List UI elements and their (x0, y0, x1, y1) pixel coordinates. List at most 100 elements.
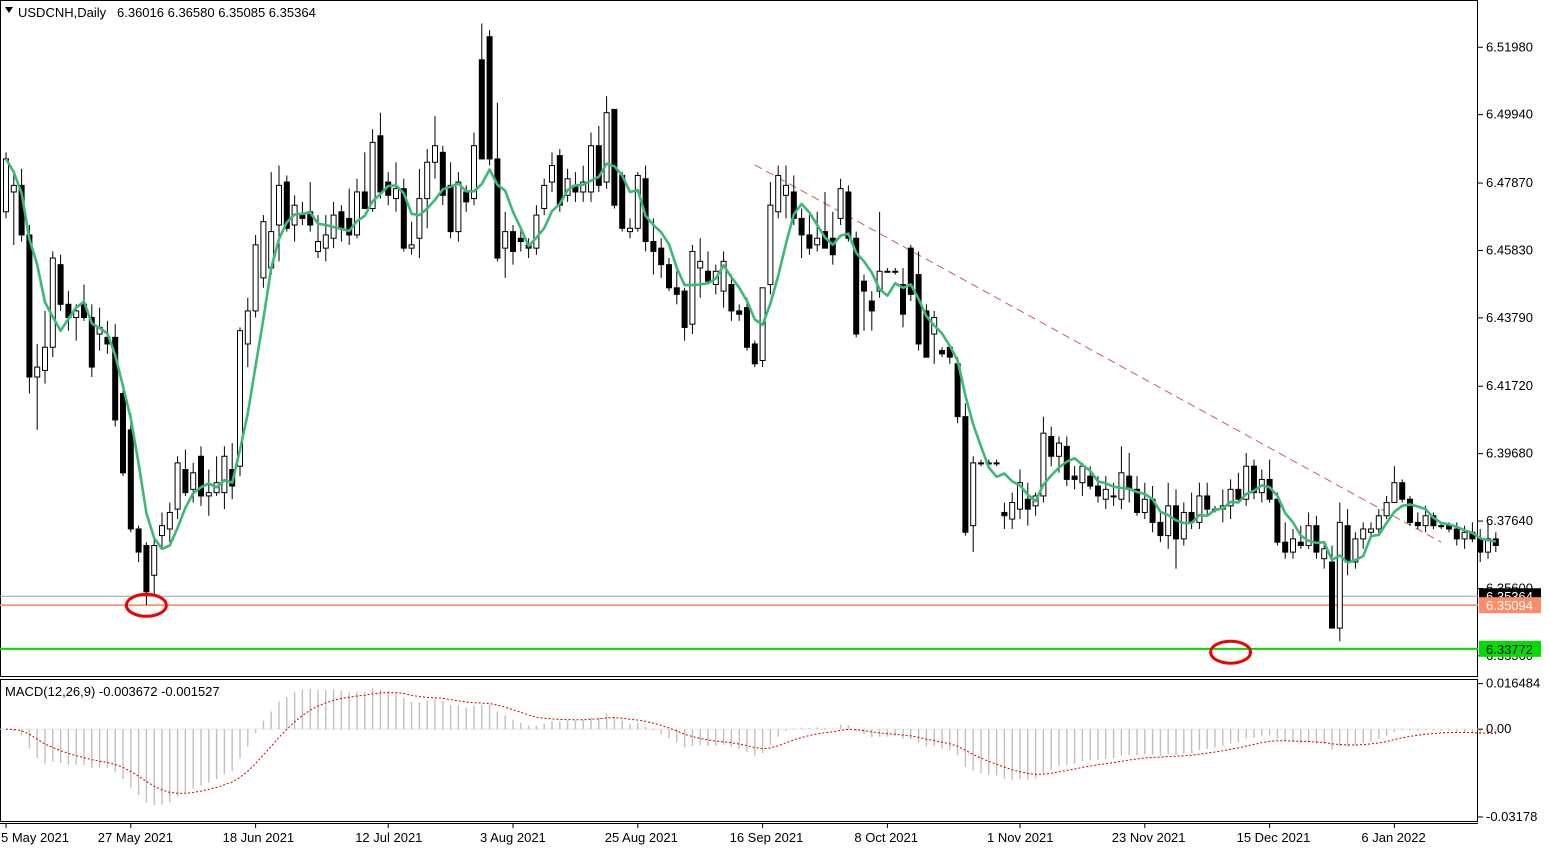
candle-body-down (658, 247, 665, 266)
candle-body-up (354, 191, 360, 236)
price-tick-label: 6.47870 (1486, 175, 1533, 190)
candle-body-down (736, 310, 743, 315)
candle-body-down (26, 234, 33, 378)
candle-body-down (120, 393, 126, 474)
candle-body-up (1368, 528, 1374, 533)
candle-body-down (135, 528, 142, 553)
candle-body-down (478, 59, 485, 160)
candle-body-up (689, 250, 696, 325)
candle (907, 244, 914, 302)
candle-body-up (244, 310, 251, 345)
candle-body-up (978, 462, 984, 465)
price-tick-label: 6.39680 (1486, 446, 1533, 461)
candle-body-down (1414, 521, 1421, 527)
candle-body-down (1297, 541, 1304, 546)
candle-body-down (447, 184, 454, 233)
candle-body-up (205, 492, 212, 497)
candle-body-down (1453, 528, 1460, 540)
time-tick-label: 15 Dec 2021 (1237, 830, 1311, 845)
candle-body-up (1079, 465, 1086, 484)
time-tick-label: 23 Nov 2021 (1112, 830, 1186, 845)
candle-body-up (159, 525, 165, 537)
macd-label: MACD(12,26,9) -0.003672 -0.001527 (5, 684, 220, 699)
candle-body-up (3, 158, 9, 213)
candle-body-up (837, 188, 844, 219)
candle (962, 403, 969, 536)
candle-body-up (775, 174, 782, 213)
candle-body-down (1095, 485, 1101, 497)
candle-body-down (595, 145, 602, 186)
candle-body-up (1391, 482, 1398, 504)
candle (759, 287, 766, 368)
candle-body-down (1399, 482, 1406, 500)
candle-body-up (533, 214, 540, 249)
candle-body-up (174, 462, 181, 510)
candle-body-down (127, 429, 134, 530)
candle-body-down (1477, 538, 1484, 553)
price-tick-label: 6.37640 (1486, 513, 1533, 528)
candle-body-down (798, 217, 805, 236)
candle-body-down (681, 290, 688, 328)
price-tick-label: 6.49940 (1486, 107, 1533, 122)
candle (26, 225, 33, 394)
time-tick-label: 5 May 2021 (1, 830, 69, 845)
candle-body-up (10, 184, 17, 193)
candle-body-up (1375, 515, 1382, 530)
time-tick-label: 12 Jul 2021 (355, 830, 422, 845)
time-tick-label: 18 Jun 2021 (223, 830, 295, 845)
candle-body-up (1056, 442, 1062, 457)
candle-body-up (1141, 498, 1148, 513)
orange-level-tag-label: 6.35094 (1486, 598, 1533, 613)
candle-body-up (1180, 511, 1187, 540)
candle (751, 340, 758, 368)
candle-body-up (783, 184, 789, 196)
candle-body-up (1383, 502, 1390, 517)
candle-body-up (432, 145, 438, 163)
candle-body-up (252, 244, 259, 312)
candle-body-down (705, 270, 711, 282)
candle-body-down (1329, 561, 1335, 629)
candle-body-down (299, 214, 306, 219)
macd-tick-label: -0.03178 (1486, 809, 1537, 824)
time-tick-label: 8 Oct 2021 (854, 830, 918, 845)
candle-body-down (1274, 498, 1281, 543)
candle-body-up (1110, 495, 1117, 498)
candle-body-down (1157, 521, 1164, 537)
candle-body-down (1313, 525, 1320, 553)
symbol-label: USDCNH,Daily (18, 5, 107, 20)
candle-body-up (408, 244, 415, 249)
candle-body-down (728, 283, 735, 312)
candle-body-down (57, 264, 64, 305)
candle-body-up (634, 174, 641, 229)
candle-body-down (1204, 495, 1211, 510)
candle-body-up (416, 198, 423, 239)
candle-body-down (1282, 541, 1289, 553)
candle-body-up (1461, 531, 1468, 540)
macd-tick-label: 0.00 (1486, 721, 1511, 736)
candle-body-up (549, 165, 555, 183)
candle-body-down (1235, 488, 1242, 500)
chart-canvas: 6.51980 6.49940 6.47870 6.45830 6.43790 6.417… (0, 0, 1550, 852)
candle-body-down (666, 264, 672, 289)
candle (1336, 502, 1343, 642)
candle-body-down (377, 135, 384, 193)
candle-body-down (182, 469, 189, 494)
candle (1407, 495, 1413, 526)
candle-body-down (1024, 498, 1031, 510)
candle-body-down (463, 191, 470, 203)
candle-body-up (603, 112, 610, 183)
time-tick-label: 27 May 2021 (98, 830, 173, 845)
candle-body-up (260, 221, 267, 279)
candle-body-up (315, 241, 321, 252)
candle (174, 456, 181, 520)
price-tick-label: 6.45830 (1486, 242, 1533, 257)
green-level-tag-label: 6.33772 (1486, 642, 1533, 657)
time-tick-label: 3 Aug 2021 (480, 830, 546, 845)
candle-body-up (1422, 515, 1429, 527)
candle-body-down (611, 108, 618, 206)
time-tick-label: 6 Jan 2022 (1361, 830, 1425, 845)
price-tick-label: 6.41720 (1486, 378, 1533, 393)
candle-body-up (1118, 472, 1125, 500)
candle-body-up (1009, 502, 1016, 520)
price-tick-label: 6.43790 (1486, 310, 1533, 325)
